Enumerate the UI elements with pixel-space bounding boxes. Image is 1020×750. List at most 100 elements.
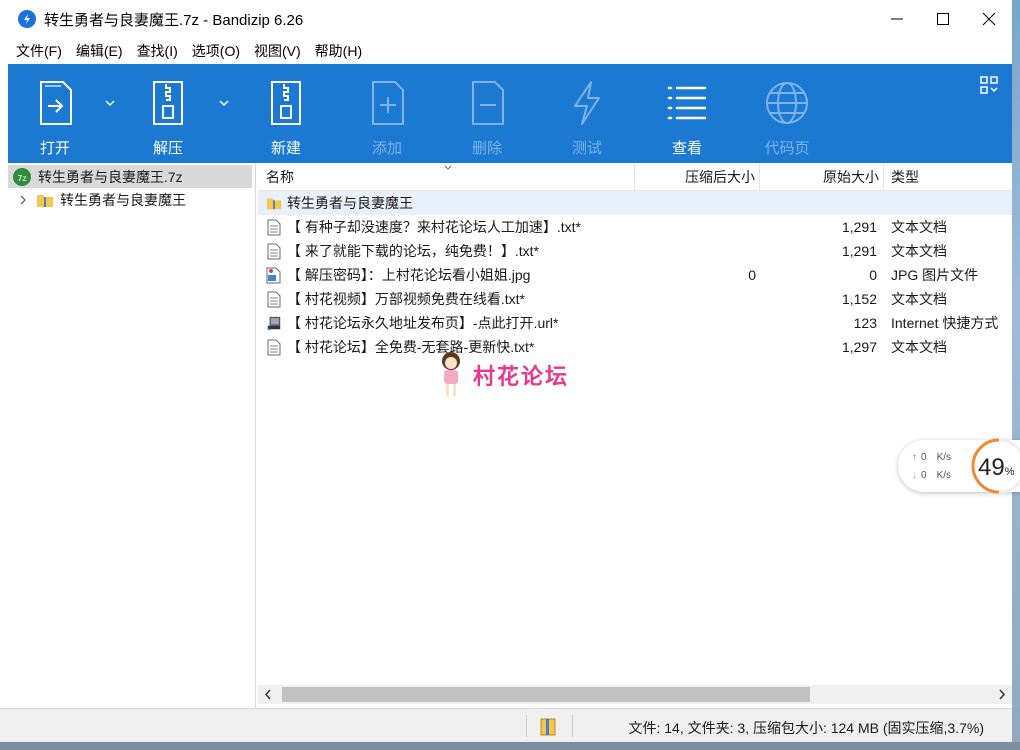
file-name: 【 村花视频】万部视频免费在线看.txt*	[287, 291, 526, 307]
text-file-icon	[266, 242, 282, 260]
codepage-label: 代码页	[764, 140, 810, 157]
download-arrow-icon: ↓	[912, 470, 917, 481]
sort-caret-icon	[444, 165, 452, 170]
test-icon	[564, 78, 610, 128]
column-type-header[interactable]: 类型	[884, 163, 1012, 191]
list-item[interactable]: 【 来了就能下载的论坛，纯免费！】.txt* 1,291 文本文档	[258, 239, 1012, 263]
original-size: 0	[869, 267, 877, 283]
menu-find[interactable]: 查找(I)	[130, 41, 185, 61]
column-type-label: 类型	[891, 169, 919, 185]
tree-root-label: 转生勇者与良妻魔王.7z	[38, 168, 183, 185]
file-type: 文本文档	[891, 339, 947, 355]
menu-help[interactable]: 帮助(H)	[308, 41, 369, 61]
add-button[interactable]: 添加	[364, 64, 410, 163]
menu-edit[interactable]: 编辑(E)	[69, 41, 130, 61]
tree-folder-label: 转生勇者与良妻魔王	[60, 191, 186, 208]
column-packed-label: 压缩后大小	[685, 169, 755, 185]
view-button[interactable]: 查看	[664, 64, 710, 163]
close-button[interactable]	[966, 0, 1012, 38]
codepage-globe-icon	[764, 78, 810, 128]
extract-dropdown-icon[interactable]	[218, 98, 230, 108]
test-button[interactable]: 测试	[564, 64, 610, 163]
tree-root-archive[interactable]: 7z 转生勇者与良妻魔王.7z	[8, 165, 252, 188]
new-label: 新建	[270, 140, 301, 157]
list-item[interactable]: 【 村花论坛】全免费-无套路-更新快.txt* 1,297 文本文档	[258, 335, 1012, 359]
girl-mascot-icon	[442, 352, 460, 396]
layout-grid-icon[interactable]	[980, 76, 998, 94]
tree-folder-item[interactable]: 转生勇者与良妻魔王	[8, 188, 252, 211]
list-item[interactable]: 【 解压密码】：上村花论坛看小姐姐.jpg 0 0 JPG 图片文件	[258, 263, 1012, 287]
file-type: 文本文档	[891, 243, 947, 259]
file-name: 【 有种子却没速度？来村花论坛人工加速】.txt*	[287, 219, 582, 235]
add-label: 添加	[371, 140, 402, 157]
toolbar: 打开 解压 新建 添加 删除 测试 查看 代码页	[8, 64, 1012, 163]
scroll-right-icon[interactable]	[995, 688, 1008, 701]
text-file-icon	[266, 290, 282, 308]
usage-percent-value: 49	[978, 454, 1005, 481]
test-label: 测试	[571, 140, 602, 157]
upload-speed: 0	[921, 452, 927, 463]
column-original-label: 原始大小	[823, 169, 879, 185]
new-button[interactable]: 新建	[263, 64, 309, 163]
delete-button[interactable]: 删除	[464, 64, 510, 163]
menu-view[interactable]: 视图(V)	[247, 41, 308, 61]
text-file-icon	[266, 338, 282, 356]
delete-file-icon	[464, 78, 510, 128]
menu-file[interactable]: 文件(F)	[9, 41, 69, 61]
watermark-text: 村花论坛	[473, 365, 570, 390]
list-item[interactable]: 【 有种子却没速度？来村花论坛人工加速】.txt* 1,291 文本文档	[258, 215, 1012, 239]
delete-label: 删除	[471, 140, 502, 157]
packed-size	[635, 239, 756, 263]
view-list-icon	[664, 78, 710, 128]
maximize-icon	[937, 13, 949, 25]
open-label: 打开	[39, 140, 70, 157]
maximize-button[interactable]	[920, 0, 966, 38]
packed-size: 0	[748, 267, 756, 283]
file-type: JPG 图片文件	[891, 267, 979, 283]
file-name: 【 村花论坛永久地址发布页】-点此打开.url*	[287, 315, 559, 331]
network-speed-widget[interactable]: ↑ 0 K/s ↓ 0 K/s 49%	[898, 438, 1020, 494]
list-header: 名称 压缩后大小 原始大小 类型	[258, 163, 1012, 191]
window-title: 转生勇者与良妻魔王.7z - Bandizip 6.26	[44, 11, 304, 29]
list-item[interactable]: 转生勇者与良妻魔王	[258, 191, 1012, 215]
status-text: 文件: 14, 文件夹: 3, 压缩包大小: 124 MB (固实压缩,3.7%…	[628, 720, 984, 736]
column-name-label: 名称	[266, 169, 294, 185]
file-name: 转生勇者与良妻魔王	[287, 195, 413, 211]
column-original-header[interactable]: 原始大小	[760, 163, 884, 191]
scrollbar-thumb[interactable]	[282, 687, 810, 702]
packed-size	[635, 335, 756, 359]
zipped-folder-icon	[266, 194, 282, 212]
folder-tree: 7z 转生勇者与良妻魔王.7z 转生勇者与良妻魔王	[8, 163, 256, 708]
minimize-button[interactable]	[874, 0, 920, 38]
7z-archive-icon: 7z	[13, 167, 31, 186]
scroll-left-icon[interactable]	[262, 688, 275, 701]
extract-icon	[145, 78, 191, 128]
open-dropdown-icon[interactable]	[104, 98, 116, 108]
open-button[interactable]: 打开	[32, 64, 78, 163]
new-archive-icon	[263, 78, 309, 128]
extract-button[interactable]: 解压	[145, 64, 191, 163]
status-bar: 文件: 14, 文件夹: 3, 压缩包大小: 124 MB (固实压缩,3.7%…	[0, 708, 1012, 742]
minimize-icon	[891, 18, 903, 20]
menu-options[interactable]: 选项(O)	[185, 41, 247, 61]
horizontal-scrollbar[interactable]	[258, 685, 1012, 704]
desktop-background	[1012, 0, 1020, 750]
download-unit: K/s	[936, 470, 952, 481]
open-archive-icon	[32, 78, 78, 128]
zipped-folder-icon	[37, 194, 53, 207]
archive-status-icon	[540, 718, 556, 736]
original-size: 123	[853, 315, 877, 331]
menu-bar: 文件(F) 编辑(E) 查找(I) 选项(O) 视图(V) 帮助(H)	[0, 38, 1012, 64]
extract-label: 解压	[152, 140, 183, 157]
svg-text:7z: 7z	[17, 174, 26, 183]
chevron-right-icon[interactable]	[18, 195, 28, 205]
taskbar-edge	[0, 742, 1020, 750]
original-size: 1,291	[841, 219, 877, 235]
file-name: 【 来了就能下载的论坛，纯免费！】.txt*	[287, 243, 540, 259]
add-file-icon	[364, 78, 410, 128]
download-speed: 0	[921, 470, 927, 481]
list-item[interactable]: 【 村花论坛永久地址发布页】-点此打开.url* 123 Internet 快捷…	[258, 311, 1012, 335]
column-packed-header[interactable]: 压缩后大小	[635, 163, 760, 191]
codepage-button[interactable]: 代码页	[760, 64, 814, 163]
list-item[interactable]: 【 村花视频】万部视频免费在线看.txt* 1,152 文本文档	[258, 287, 1012, 311]
